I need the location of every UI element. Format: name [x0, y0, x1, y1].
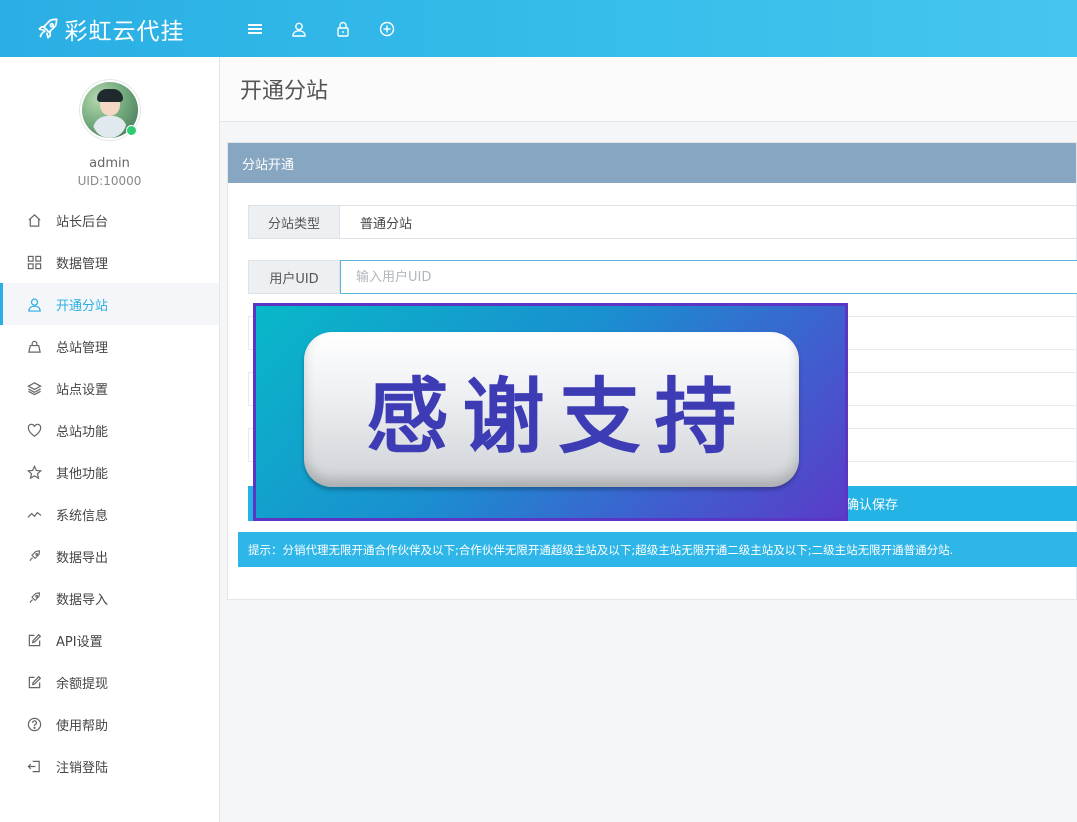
thanks-banner: 感谢支持 [253, 303, 848, 521]
sidebar-item-site-settings[interactable]: 站点设置 [0, 367, 219, 409]
grid-icon [26, 254, 42, 270]
rocket-icon [26, 548, 42, 564]
tip-message: 提示：分销代理无限开通合作伙伴及以下;合作伙伴无限开通超级主站及以下;超级主站无… [238, 532, 1077, 567]
edit-icon [26, 674, 42, 690]
help-icon [26, 716, 42, 732]
logout-icon [26, 758, 42, 774]
page-title: 开通分站 [240, 79, 329, 104]
user-icon [26, 296, 42, 312]
sidebar-nav: 站长后台 数据管理 开通分站 总站管理 站点设置 总站功能 其他功能 系统信息 … [0, 199, 219, 787]
home-icon [26, 212, 42, 228]
sidebar-item-master-functions[interactable]: 总站功能 [0, 409, 219, 451]
user-button[interactable] [290, 20, 308, 38]
sidebar-item-dashboard[interactable]: 站长后台 [0, 199, 219, 241]
top-toolbar [233, 20, 409, 38]
substation-type-select[interactable]: 普通分站 [340, 206, 1077, 238]
thanks-plate: 感谢支持 [304, 332, 799, 487]
user-icon [292, 22, 306, 37]
user-uid-row: 用户UID [248, 260, 1077, 294]
user-uid-label: 用户UID [249, 261, 340, 293]
user-uid-input[interactable] [340, 260, 1077, 294]
sidebar-item-open-substation[interactable]: 开通分站 [0, 283, 219, 325]
sidebar-item-help[interactable]: 使用帮助 [0, 703, 219, 745]
page-header: 开通分站 [220, 57, 1077, 122]
plus-circle-icon [379, 21, 395, 36]
menu-icon [248, 23, 262, 34]
add-button[interactable] [378, 20, 396, 38]
sidebar-item-withdraw[interactable]: 余额提现 [0, 661, 219, 703]
trend-icon [26, 506, 42, 522]
star-icon [26, 464, 42, 480]
rocket-icon [26, 590, 42, 606]
avatar[interactable] [81, 82, 138, 138]
bag-icon [26, 338, 42, 354]
sidebar-item-system-info[interactable]: 系统信息 [0, 493, 219, 535]
sidebar-item-data-import[interactable]: 数据导入 [0, 577, 219, 619]
heart-icon [26, 422, 42, 438]
top-bar: 彩虹云代挂 [0, 0, 1077, 57]
substation-type-row: 分站类型 普通分站 [248, 205, 1077, 239]
sidebar-item-api-settings[interactable]: API设置 [0, 619, 219, 661]
sidebar: admin UID:10000 站长后台 数据管理 开通分站 总站管理 站点设置… [0, 57, 220, 822]
username: admin [89, 156, 130, 171]
sidebar-item-data-export[interactable]: 数据导出 [0, 535, 219, 577]
lock-button[interactable] [334, 20, 352, 38]
thanks-text: 感谢支持 [366, 370, 751, 465]
online-status-dot [125, 125, 137, 136]
brand-name: 彩虹云代挂 [64, 18, 185, 45]
substation-type-label: 分站类型 [249, 206, 340, 238]
sidebar-item-master-management[interactable]: 总站管理 [0, 325, 219, 367]
brand-logo[interactable]: 彩虹云代挂 [0, 0, 219, 57]
sidebar-item-data-management[interactable]: 数据管理 [0, 241, 219, 283]
user-uid: UID:10000 [77, 174, 142, 188]
sidebar-item-other-functions[interactable]: 其他功能 [0, 451, 219, 493]
sidebar-item-logout[interactable]: 注销登陆 [0, 745, 219, 787]
edit-icon [26, 632, 42, 648]
lock-icon [337, 21, 349, 37]
layers-icon [26, 380, 42, 396]
panel-title: 分站开通 [228, 143, 1076, 183]
user-profile: admin UID:10000 [0, 57, 219, 199]
rocket-icon [37, 17, 58, 39]
menu-toggle-button[interactable] [246, 20, 264, 38]
